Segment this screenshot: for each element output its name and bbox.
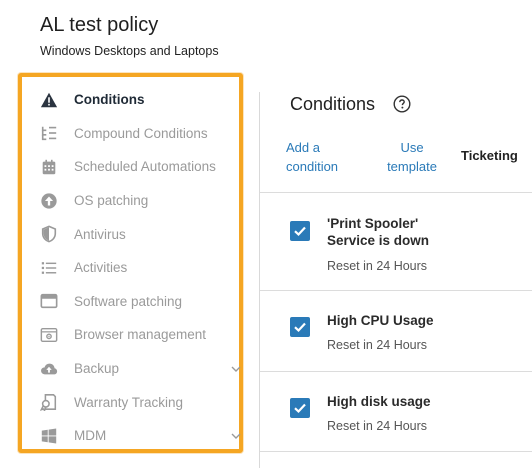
sidebar-item-label: Scheduled Automations (74, 159, 216, 175)
chevron-down-icon[interactable] (230, 430, 242, 442)
sidebar-item-antivirus[interactable]: Antivirus (22, 217, 239, 251)
condition-reset: Reset in 24 Hours (327, 419, 428, 433)
policy-title: AL test policy (40, 14, 159, 36)
chevron-down-icon[interactable] (230, 363, 242, 375)
warranty-icon (39, 392, 59, 412)
add-condition-label-line1: Add a (286, 140, 320, 155)
page-title: Conditions (290, 94, 376, 114)
sidebar-item-os-patching[interactable]: OS patching (22, 184, 239, 218)
shield-icon (39, 224, 59, 244)
sidebar-item-browser-management[interactable]: Browser management (22, 318, 239, 352)
use-template-label-line1: Use (400, 140, 424, 155)
check-icon (294, 403, 306, 414)
sidebar-item-conditions[interactable]: Conditions (22, 83, 239, 117)
condition-reset: Reset in 24 Hours (327, 338, 428, 352)
warning-icon (39, 90, 59, 110)
sidebar-item-label: Activities (74, 260, 128, 276)
condition-item-print-spooler[interactable]: 'Print Spooler' Service is down Reset in… (260, 193, 532, 273)
sidebar-item-label: Compound Conditions (74, 125, 208, 141)
windows-logo-icon (39, 426, 59, 446)
policy-subtitle: Windows Desktops and Laptops (40, 44, 219, 58)
sidebar-item-mdm[interactable]: MDM (22, 419, 242, 453)
sidebar-item-warranty-tracking[interactable]: Warranty Tracking (22, 385, 239, 419)
condition-item-high-disk[interactable]: High disk usage Reset in 24 Hours (260, 372, 532, 452)
sidebar-item-label: Conditions (74, 92, 145, 108)
sidebar-item-label: MDM (74, 428, 107, 444)
sidebar-item-label: Backup (74, 361, 120, 377)
sidebar-item-activities[interactable]: Activities (22, 251, 239, 285)
checklist-icon (39, 123, 59, 143)
condition-name-line1: 'Print Spooler' (327, 216, 419, 231)
condition-name: High CPU Usage (327, 313, 434, 328)
browser-gear-icon (39, 325, 59, 345)
sidebar-item-scheduled-automations[interactable]: Scheduled Automations (22, 150, 239, 184)
ticketing-tab[interactable]: Ticketing (461, 148, 518, 163)
condition-checkbox[interactable] (290, 398, 310, 418)
policy-sidebar: Conditions Compound Conditions Scheduled… (18, 73, 243, 453)
cloud-upload-icon (39, 359, 59, 379)
list-icon (39, 258, 59, 278)
sidebar-item-label: Warranty Tracking (74, 394, 184, 410)
calendar-icon (39, 157, 59, 177)
condition-checkbox[interactable] (290, 317, 310, 337)
upload-circle-icon (39, 191, 59, 211)
help-icon[interactable] (393, 95, 411, 113)
sidebar-item-label: Browser management (74, 327, 207, 343)
sidebar-item-label: Antivirus (74, 226, 126, 242)
sidebar-item-software-patching[interactable]: Software patching (22, 285, 239, 319)
sidebar-item-backup[interactable]: Backup (22, 352, 242, 386)
condition-item-high-cpu[interactable]: High CPU Usage Reset in 24 Hours (260, 291, 532, 371)
condition-name-line2: Service is down (327, 233, 430, 248)
use-template-button[interactable]: Use template (380, 138, 444, 176)
window-icon (39, 291, 59, 311)
check-icon (294, 226, 306, 237)
condition-name: 'Print Spooler' Service is down (327, 215, 507, 249)
sidebar-nav: Conditions Compound Conditions Scheduled… (22, 83, 242, 453)
sidebar-item-label: Software patching (74, 293, 183, 309)
add-condition-label-line2: condition (286, 159, 339, 174)
sidebar-item-label: OS patching (74, 193, 149, 209)
conditions-panel: Conditions Add a condition Use template … (260, 84, 532, 468)
condition-name: High disk usage (327, 394, 431, 409)
use-template-label-line2: template (387, 159, 437, 174)
check-icon (294, 322, 306, 333)
divider (260, 451, 532, 452)
condition-reset: Reset in 24 Hours (327, 259, 428, 273)
add-condition-button[interactable]: Add a condition (286, 138, 356, 176)
sidebar-item-compound-conditions[interactable]: Compound Conditions (22, 117, 239, 151)
condition-checkbox[interactable] (290, 221, 310, 241)
